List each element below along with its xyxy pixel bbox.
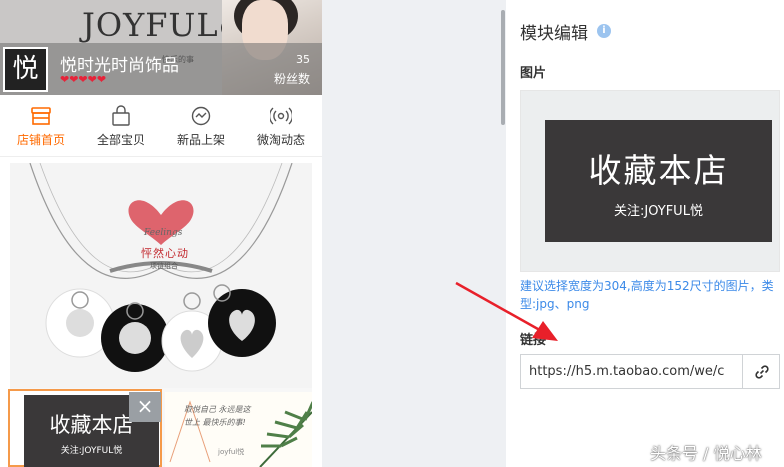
editor-scrollbar-thumb[interactable] xyxy=(501,10,505,125)
mobile-preview: JOYFUL悦 快乐的事 悦 悦时光时尚饰品 ❤❤❤❤❤ 35 粉丝数 店铺首页… xyxy=(0,0,322,467)
tab-store-home[interactable]: 店铺首页 xyxy=(2,95,80,157)
tab-new-arrivals[interactable]: 新品上架 xyxy=(162,95,240,157)
necklace-illustration xyxy=(29,163,293,372)
watermark: 头条号 / 悦心林 xyxy=(650,444,762,463)
quote-text: 取悦自己 永远是这世上 最快乐的事! xyxy=(184,405,251,427)
tab-label: 新品上架 xyxy=(176,133,225,147)
tab-weitao-feed[interactable]: 微淘动态 xyxy=(242,95,320,157)
product-subtitle: 项链组合 xyxy=(150,262,178,270)
fans-count: 35 xyxy=(296,53,310,66)
broadcast-icon xyxy=(270,107,292,125)
store-icon xyxy=(31,107,51,125)
link-url-input[interactable] xyxy=(520,354,742,389)
link-icon xyxy=(755,365,769,379)
shop-avatar[interactable]: 悦 xyxy=(3,47,48,92)
image-preview-follow: 关注:JOYFUL悦 xyxy=(614,204,703,219)
link-field-label: 链接 xyxy=(520,333,547,348)
select-link-button[interactable] xyxy=(742,354,780,389)
brand-logo: JOYFUL悦 xyxy=(82,6,241,44)
fans-label: 粉丝数 xyxy=(274,72,311,86)
image-preview: 收藏本店 关注:JOYFUL悦 xyxy=(545,120,772,242)
heart-icon xyxy=(128,200,194,245)
tab-label: 微淘动态 xyxy=(256,133,305,147)
tab-label: 全部宝贝 xyxy=(96,133,145,147)
new-arrival-icon xyxy=(191,106,211,126)
image-field-label: 图片 xyxy=(520,66,547,81)
quote-signature: joyful悦 xyxy=(218,448,245,456)
close-module-button[interactable]: × xyxy=(129,392,161,422)
shop-tab-bar: 店铺首页 全部宝贝 新品上架 微淘动态 xyxy=(0,95,322,157)
product-banner[interactable]: Feelings 怦然心动 项链组合 xyxy=(10,163,312,388)
shop-rating-hearts: ❤❤❤❤❤ xyxy=(60,73,107,86)
shopping-bag-icon xyxy=(112,105,130,126)
editor-title: 模块编辑 xyxy=(520,24,588,44)
image-preview-title: 收藏本店 xyxy=(588,151,729,190)
tab-label: 店铺首页 xyxy=(16,133,65,147)
product-title: 怦然心动 xyxy=(141,247,189,260)
product-tagline-en: Feelings xyxy=(144,228,183,238)
tab-all-items[interactable]: 全部宝贝 xyxy=(82,95,160,157)
favorite-module-follow: 关注:JOYFUL悦 xyxy=(60,446,123,456)
info-icon[interactable]: i xyxy=(597,24,611,38)
brand-logo-text: JOYFUL xyxy=(82,6,219,44)
image-size-hint: 建议选择宽度为304,高度为152尺寸的图片，类型:jpg、png xyxy=(520,279,774,311)
